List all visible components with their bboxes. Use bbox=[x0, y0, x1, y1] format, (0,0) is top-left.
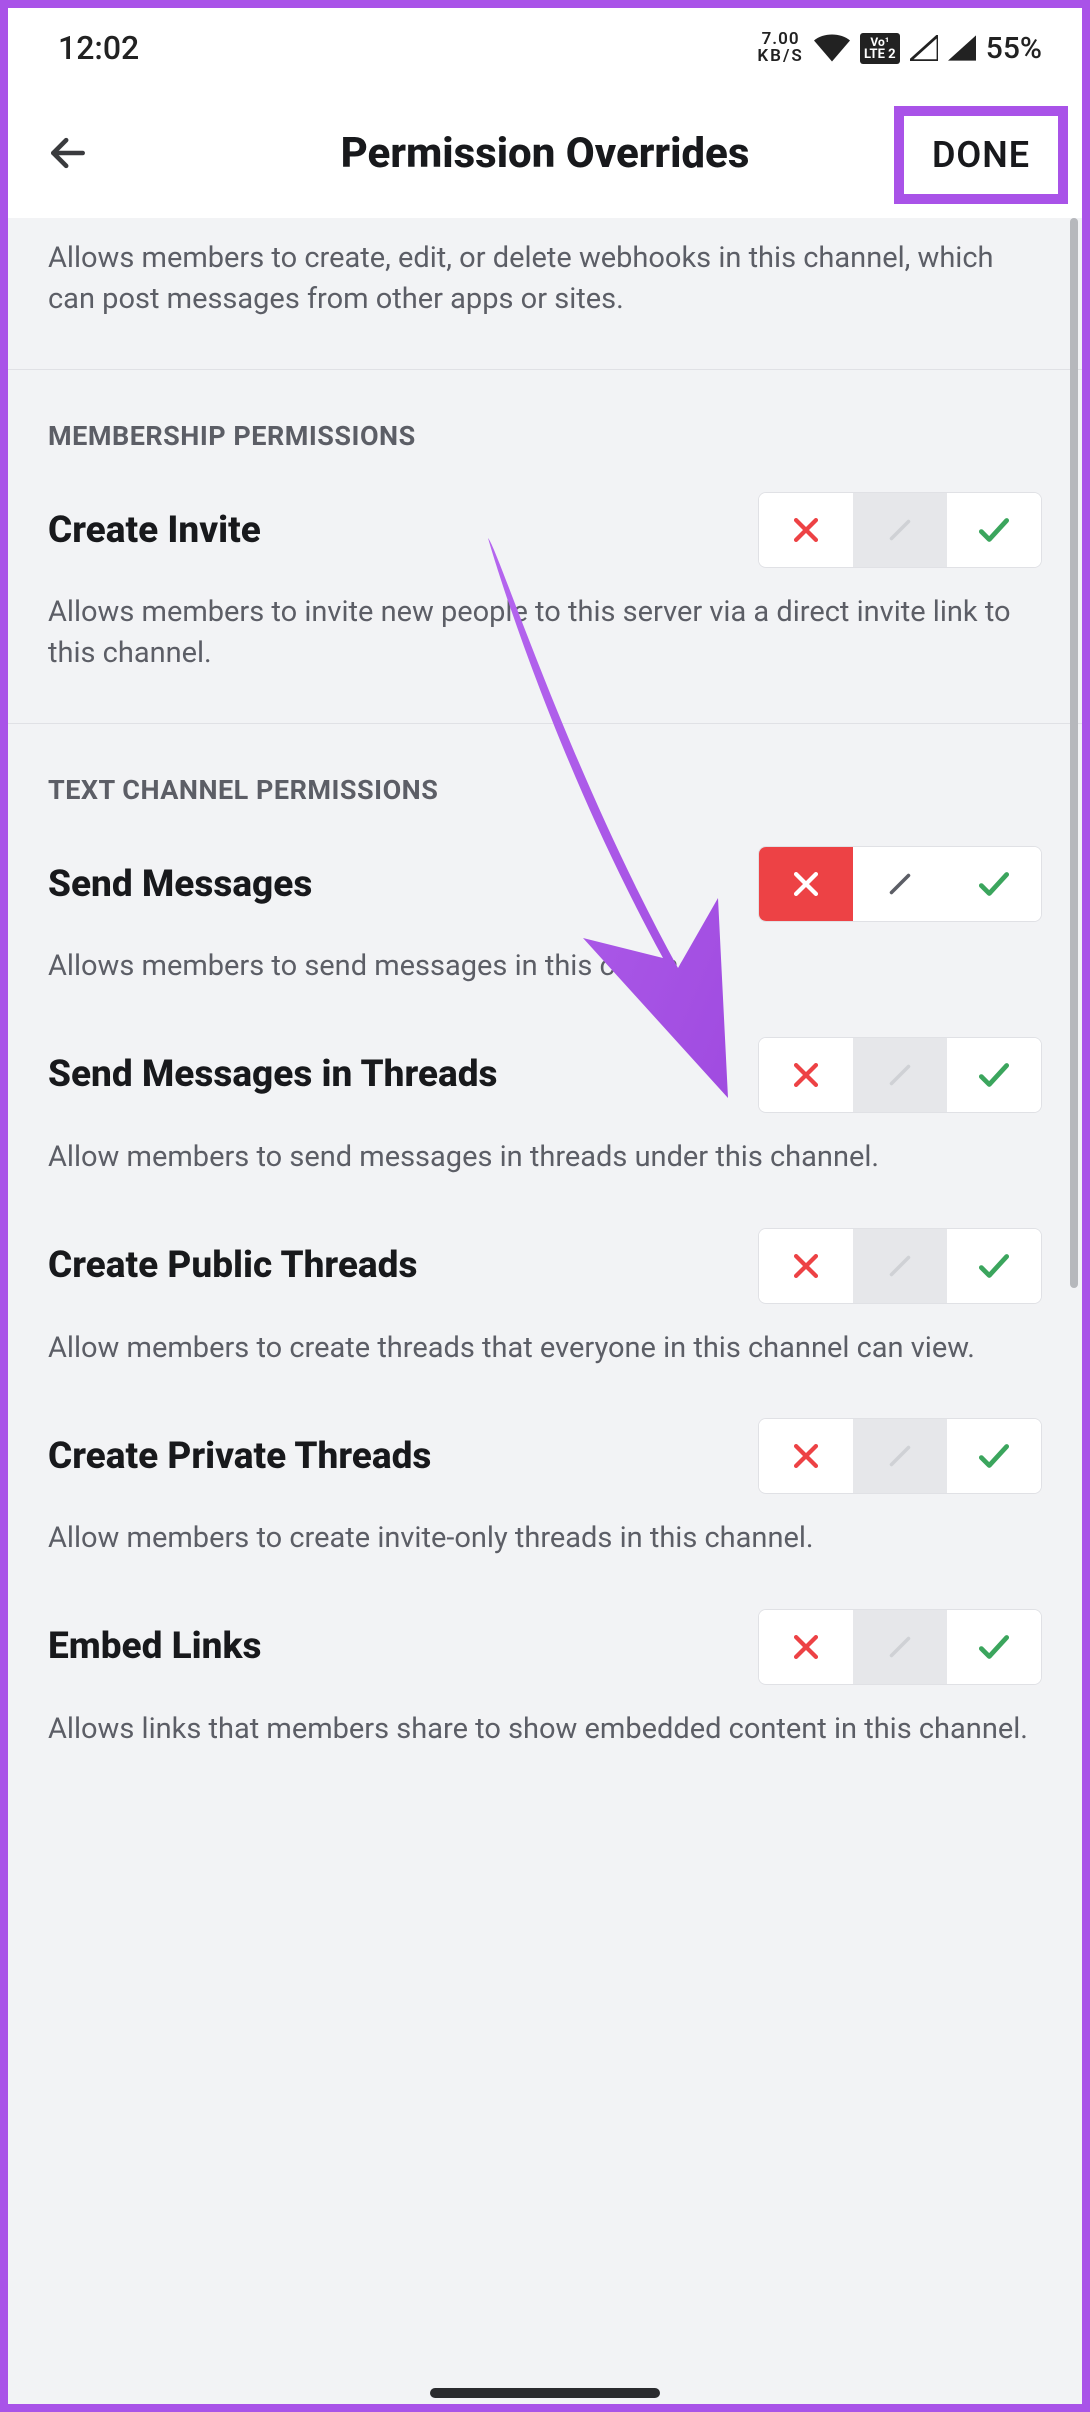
tri-toggle-create-private-threads[interactable] bbox=[758, 1418, 1042, 1494]
signal-icon-1 bbox=[910, 35, 938, 61]
lte-icon: Vo¹ LTE 2 bbox=[860, 33, 900, 64]
neutral-option[interactable] bbox=[853, 1419, 947, 1493]
neutral-option[interactable] bbox=[853, 1229, 947, 1303]
status-bar: 12:02 7.00 KB/S Vo¹ LTE 2 55% bbox=[8, 8, 1082, 88]
neutral-option[interactable] bbox=[853, 1038, 947, 1112]
neutral-option[interactable] bbox=[853, 847, 947, 921]
scrollbar[interactable] bbox=[1070, 218, 1078, 1288]
allow-option[interactable] bbox=[947, 493, 1041, 567]
perm-embed-links: Embed Links Allows links that members sh… bbox=[8, 1609, 1082, 1800]
deny-option[interactable] bbox=[759, 847, 853, 921]
perm-desc: Allows links that members share to show … bbox=[48, 1709, 1042, 1750]
wifi-icon bbox=[814, 34, 850, 62]
app-bar: Permission Overrides DONE bbox=[8, 88, 1082, 218]
perm-title: Create Public Threads bbox=[48, 1244, 417, 1287]
perm-create-invite: Create Invite Allows members to invite n… bbox=[8, 492, 1082, 723]
perm-title: Send Messages bbox=[48, 863, 312, 906]
battery-level: 55% bbox=[986, 31, 1042, 66]
perm-title: Embed Links bbox=[48, 1625, 261, 1668]
content-scroll[interactable]: Allows members to create, edit, or delet… bbox=[8, 218, 1082, 2404]
allow-option[interactable] bbox=[947, 1419, 1041, 1493]
tri-toggle-create-invite[interactable] bbox=[758, 492, 1042, 568]
perm-create-public-threads: Create Public Threads Allow members to c… bbox=[8, 1228, 1082, 1419]
section-membership: MEMBERSHIP PERMISSIONS bbox=[8, 370, 1082, 492]
neutral-option[interactable] bbox=[853, 493, 947, 567]
tri-toggle-send-messages-threads[interactable] bbox=[758, 1037, 1042, 1113]
perm-title: Create Invite bbox=[48, 509, 261, 552]
allow-option[interactable] bbox=[947, 1610, 1041, 1684]
perm-title: Create Private Threads bbox=[48, 1435, 431, 1478]
deny-option[interactable] bbox=[759, 1419, 853, 1493]
perm-desc: Allow members to send messages in thread… bbox=[48, 1137, 1042, 1178]
allow-option[interactable] bbox=[947, 847, 1041, 921]
nav-pill[interactable] bbox=[430, 2388, 660, 2398]
done-button[interactable]: DONE bbox=[894, 106, 1068, 204]
allow-option[interactable] bbox=[947, 1038, 1041, 1112]
allow-option[interactable] bbox=[947, 1229, 1041, 1303]
deny-option[interactable] bbox=[759, 1229, 853, 1303]
perm-send-messages: Send Messages Allows members to send mes… bbox=[8, 846, 1082, 1037]
deny-option[interactable] bbox=[759, 1038, 853, 1112]
perm-title: Send Messages in Threads bbox=[48, 1053, 498, 1096]
tri-toggle-send-messages[interactable] bbox=[758, 846, 1042, 922]
deny-option[interactable] bbox=[759, 493, 853, 567]
deny-option[interactable] bbox=[759, 1610, 853, 1684]
tri-toggle-create-public-threads[interactable] bbox=[758, 1228, 1042, 1304]
perm-send-messages-threads: Send Messages in Threads Allow members t… bbox=[8, 1037, 1082, 1228]
section-text-channel: TEXT CHANNEL PERMISSIONS bbox=[8, 724, 1082, 846]
tri-toggle-embed-links[interactable] bbox=[758, 1609, 1042, 1685]
neutral-option[interactable] bbox=[853, 1610, 947, 1684]
perm-desc: Allows members to send messages in this … bbox=[48, 946, 1042, 987]
perm-create-private-threads: Create Private Threads Allow members to … bbox=[8, 1418, 1082, 1609]
status-time: 12:02 bbox=[58, 29, 139, 67]
signal-icon-2 bbox=[948, 35, 976, 61]
status-right: 7.00 KB/S Vo¹ LTE 2 55% bbox=[757, 31, 1042, 66]
perm-desc: Allow members to create threads that eve… bbox=[48, 1328, 1042, 1369]
webhooks-description: Allows members to create, edit, or delet… bbox=[8, 218, 1082, 370]
perm-desc: Allows members to invite new people to t… bbox=[48, 592, 1042, 673]
network-speed: 7.00 KB/S bbox=[757, 31, 803, 65]
perm-desc: Allow members to create invite-only thre… bbox=[48, 1518, 1042, 1559]
